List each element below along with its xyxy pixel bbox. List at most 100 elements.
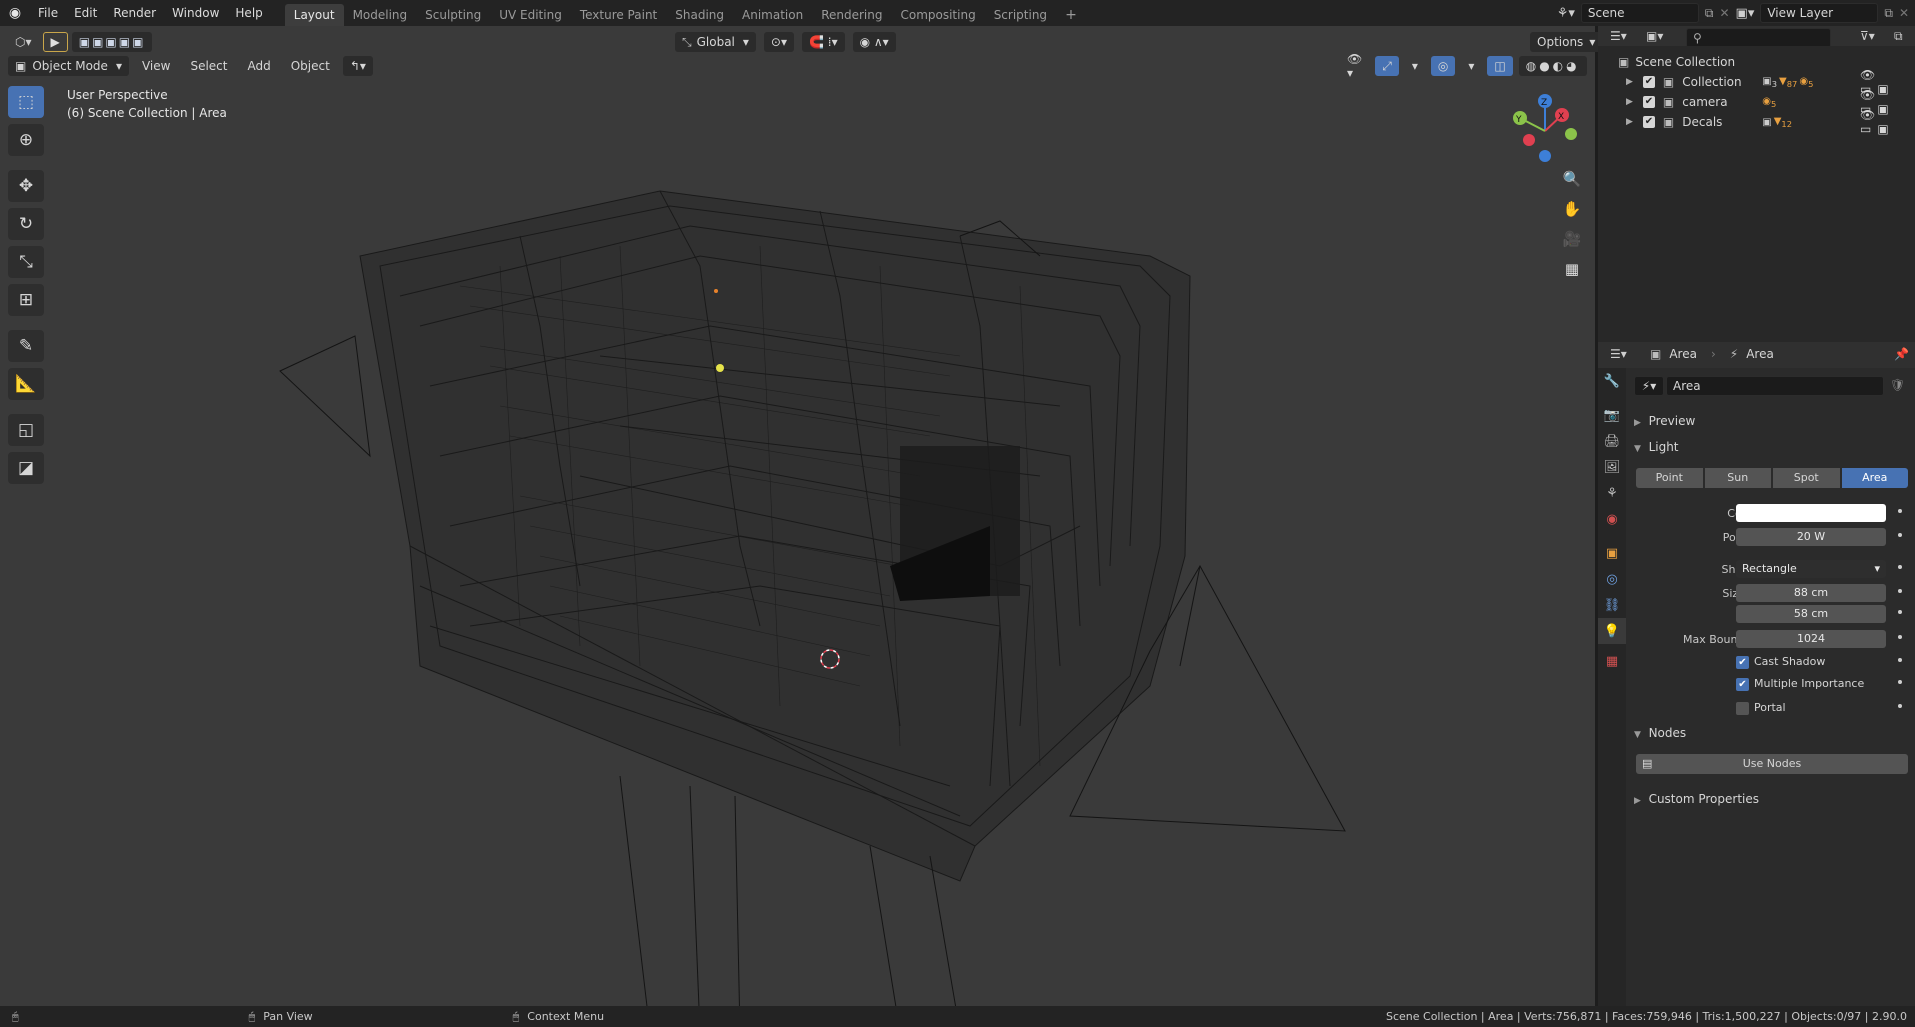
scene-tab-icon[interactable]: ⚘ xyxy=(1598,480,1626,506)
scene-icon[interactable]: ⚘▾ xyxy=(1557,6,1575,21)
transform-gizmo-icon[interactable]: ↰▾ xyxy=(342,56,373,76)
menu-file[interactable]: File xyxy=(30,6,66,20)
cast-shadow-checkbox[interactable]: ✔ xyxy=(1736,656,1749,669)
render-tab-icon[interactable]: 📷 xyxy=(1598,402,1626,428)
keyframe-dot-icon[interactable] xyxy=(1898,533,1902,537)
shading-modes[interactable]: ◍●◐◕ xyxy=(1518,56,1587,76)
blender-logo-icon[interactable]: ◉ xyxy=(0,0,30,26)
tab-uv-editing[interactable]: UV Editing xyxy=(490,4,571,26)
pin-icon[interactable]: 📌 xyxy=(1894,347,1909,361)
tab-texture-paint[interactable]: Texture Paint xyxy=(571,4,666,26)
multiple-importance-checkbox[interactable]: ✔ xyxy=(1736,678,1749,691)
keyframe-dot-icon[interactable] xyxy=(1898,565,1902,569)
shape-dropdown[interactable]: Rectangle ▾ xyxy=(1736,560,1886,578)
add-plane-tool-icon[interactable]: ◪ xyxy=(8,452,44,484)
pivot-point-icon[interactable]: ⊙▾ xyxy=(763,32,794,52)
view-layer-icon[interactable]: ▣▾ xyxy=(1736,6,1755,21)
outliner-search-input[interactable]: ⚲ xyxy=(1686,28,1831,48)
annotate-tool-icon[interactable]: ✎ xyxy=(8,330,44,362)
preview-section-header[interactable]: ▶ Preview xyxy=(1634,414,1695,428)
close-view-layer-icon[interactable]: ✕ xyxy=(1899,6,1915,20)
proportional-edit-icon[interactable]: ◉ ∧▾ xyxy=(852,32,896,52)
row-visibility-toggles[interactable]: 👁▭▣ xyxy=(1860,108,1915,136)
overlay-dropdown-icon[interactable]: ▾ xyxy=(1461,56,1481,76)
world-tab-icon[interactable]: ◉ xyxy=(1598,506,1626,532)
scene-field[interactable]: Scene xyxy=(1580,3,1699,23)
tab-modeling[interactable]: Modeling xyxy=(344,4,417,26)
outliner-row[interactable]: ▶ ✔ ▣ Decals ▣ ▼12 👁▭▣ xyxy=(1598,108,1915,136)
nodes-section-header[interactable]: ▼ Nodes xyxy=(1634,726,1686,740)
fake-user-icon[interactable]: 🛡 xyxy=(1890,378,1905,392)
keyframe-dot-icon[interactable] xyxy=(1898,704,1902,708)
size-y-field[interactable]: 58 cm xyxy=(1736,605,1886,623)
tab-shading[interactable]: Shading xyxy=(666,4,733,26)
select-tool-icon[interactable]: ⬚ xyxy=(8,86,44,118)
light-type-area[interactable]: Area xyxy=(1841,468,1908,488)
tab-animation[interactable]: Animation xyxy=(733,4,812,26)
size-x-field[interactable]: 88 cm xyxy=(1736,584,1886,602)
menu-render[interactable]: Render xyxy=(105,6,164,20)
snap-icon[interactable]: 🧲 ⁞▾ xyxy=(802,32,845,52)
menu-select[interactable]: Select xyxy=(183,56,234,76)
portal-checkbox[interactable] xyxy=(1736,702,1749,715)
use-nodes-button[interactable]: ▤ Use Nodes xyxy=(1636,754,1908,774)
keyframe-dot-icon[interactable] xyxy=(1898,509,1902,513)
selection-modes[interactable]: ▣▣▣▣▣ xyxy=(71,32,153,52)
zoom-icon[interactable]: 🔍 xyxy=(1559,166,1585,192)
pan-hand-icon[interactable]: ✋ xyxy=(1559,196,1585,222)
view-layer-field[interactable]: View Layer xyxy=(1760,3,1879,23)
add-cube-tool-icon[interactable]: ◱ xyxy=(8,414,44,446)
light-data-tab-icon[interactable]: 💡 xyxy=(1598,618,1626,644)
constraints-tab-icon[interactable]: ⛓ xyxy=(1598,592,1626,618)
options-dropdown[interactable]: Options ▾ xyxy=(1530,32,1603,52)
scale-tool-icon[interactable]: ⤡ xyxy=(8,246,44,278)
move-tool-icon[interactable]: ✥ xyxy=(8,170,44,202)
menu-help[interactable]: Help xyxy=(227,6,270,20)
gizmo-toggle-icon[interactable]: ⤢ xyxy=(1375,56,1399,76)
physics-tab-icon[interactable]: ◎ xyxy=(1598,566,1626,592)
light-section-header[interactable]: ▼ Light xyxy=(1634,440,1679,454)
keyframe-dot-icon[interactable] xyxy=(1898,658,1902,662)
tab-rendering[interactable]: Rendering xyxy=(812,4,891,26)
xray-toggle-icon[interactable]: ◫ xyxy=(1487,56,1513,76)
object-tab-icon[interactable]: ▣ xyxy=(1598,540,1626,566)
camera-view-icon[interactable]: 🎥 xyxy=(1559,226,1585,252)
gizmo-dropdown-icon[interactable]: ▾ xyxy=(1405,56,1425,76)
tab-layout[interactable]: Layout xyxy=(284,4,344,26)
view-layer-tab-icon[interactable]: 🖼 xyxy=(1598,454,1626,480)
close-scene-icon[interactable]: ✕ xyxy=(1719,6,1729,20)
datablock-selector[interactable]: ⚡▾ Area 🛡 xyxy=(1634,376,1906,396)
rotate-tool-icon[interactable]: ↻ xyxy=(8,208,44,240)
object-mode-dropdown[interactable]: ▣ Object Mode ▾ xyxy=(8,56,129,76)
expand-arrow-icon[interactable]: ▶ xyxy=(1626,77,1633,87)
power-field[interactable]: 20 W xyxy=(1736,528,1886,546)
transform-orientation-dropdown[interactable]: ⤡ Global ▾ xyxy=(675,32,756,52)
measure-tool-icon[interactable]: 📐 xyxy=(8,368,44,400)
new-view-layer-icon[interactable]: ⧉ xyxy=(1884,6,1893,21)
new-scene-icon[interactable]: ⧉ xyxy=(1705,6,1714,21)
new-collection-icon[interactable]: ⧉ xyxy=(1894,29,1903,44)
3d-viewport[interactable]: ⬡▾ ▶ ▣▣▣▣▣ ⤡ Global ▾ ⊙▾ 🧲 ⁞▾ ◉ ∧▾ Options… xyxy=(0,26,1606,1006)
checkbox-icon[interactable]: ✔ xyxy=(1642,96,1655,108)
checkbox-icon[interactable]: ✔ xyxy=(1642,76,1655,88)
expand-arrow-icon[interactable]: ▶ xyxy=(1626,97,1633,107)
light-type-spot[interactable]: Spot xyxy=(1773,468,1840,488)
display-mode-icon[interactable]: ▣▾ xyxy=(1646,29,1663,43)
datablock-name-field[interactable]: Area xyxy=(1666,376,1884,396)
filter-icon[interactable]: ⊽▾ xyxy=(1860,29,1875,43)
checkbox-icon[interactable]: ✔ xyxy=(1642,116,1655,128)
menu-add[interactable]: Add xyxy=(240,56,277,76)
custom-properties-section-header[interactable]: ▶ Custom Properties xyxy=(1634,792,1759,806)
light-type-sun[interactable]: Sun xyxy=(1704,468,1771,488)
outliner-editor-icon[interactable]: ☰▾ xyxy=(1610,29,1627,43)
keyframe-dot-icon[interactable] xyxy=(1898,680,1902,684)
keyframe-dot-icon[interactable] xyxy=(1898,635,1902,639)
transform-tool-icon[interactable]: ⊞ xyxy=(8,284,44,316)
tool-tab-icon[interactable]: 🔧 xyxy=(1598,368,1626,394)
light-type-point[interactable]: Point xyxy=(1636,468,1703,488)
keyframe-dot-icon[interactable] xyxy=(1898,589,1902,593)
color-swatch[interactable] xyxy=(1736,504,1886,522)
select-box-icon[interactable]: ▶ xyxy=(42,32,68,52)
properties-editor-icon[interactable]: ☰▾ xyxy=(1610,347,1627,361)
tab-scripting[interactable]: Scripting xyxy=(985,4,1056,26)
